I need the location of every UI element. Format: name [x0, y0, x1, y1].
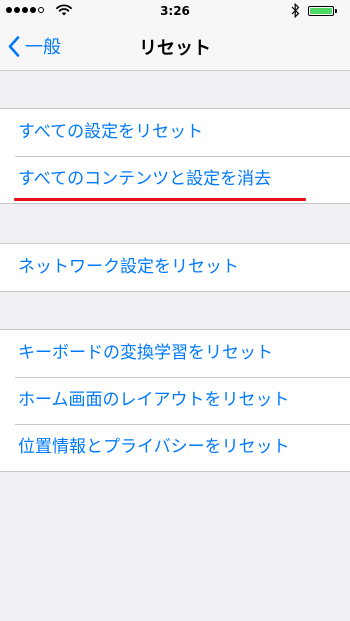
battery-tip [335, 9, 337, 13]
reset-network-settings-item[interactable]: ネットワーク設定をリセット [0, 244, 350, 291]
reset-all-settings-item[interactable]: すべての設定をリセット [0, 109, 350, 156]
reset-group-1: すべての設定をリセット すべてのコンテンツと設定を消去 [0, 108, 350, 204]
highlight-underline [14, 198, 306, 201]
erase-all-content-item[interactable]: すべてのコンテンツと設定を消去 [0, 156, 350, 203]
reset-keyboard-dictionary-item[interactable]: キーボードの変換学習をリセット [0, 330, 350, 377]
reset-location-privacy-item[interactable]: 位置情報とプライバシーをリセット [0, 424, 350, 471]
reset-group-2: ネットワーク設定をリセット [0, 243, 350, 292]
navigation-bar: 一般 リセット [0, 22, 350, 71]
reset-group-3: キーボードの変換学習をリセット ホーム画面のレイアウトをリセット 位置情報とプラ… [0, 329, 350, 472]
page-title: リセット [139, 38, 211, 59]
bluetooth-icon [291, 3, 300, 18]
reset-home-screen-layout-item[interactable]: ホーム画面のレイアウトをリセット [0, 377, 350, 424]
battery-level-fill [310, 8, 332, 14]
battery-icon [308, 6, 334, 16]
status-bar: 3:26 [0, 0, 350, 22]
